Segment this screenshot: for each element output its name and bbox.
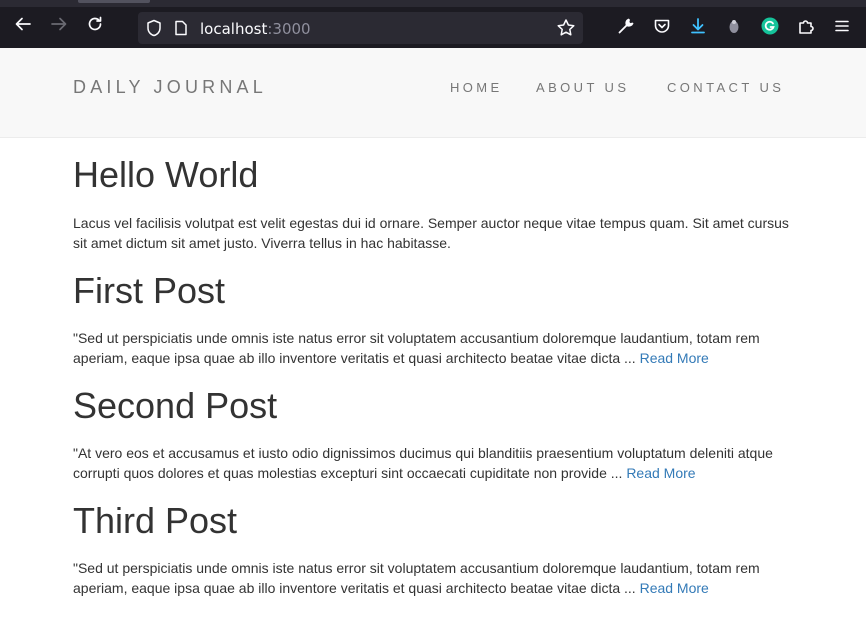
wrench-icon[interactable] (616, 16, 636, 36)
grammarly-icon[interactable] (760, 16, 780, 36)
main-content: Hello World Lacus vel facilisis volutpat… (73, 138, 793, 598)
reload-icon[interactable] (85, 14, 105, 34)
url-port: :3000 (267, 20, 311, 38)
post-item: Third Post "Sed ut perspiciatis unde omn… (73, 501, 793, 598)
star-icon[interactable] (556, 18, 576, 43)
browser-toolbar: localhost:3000 (0, 0, 866, 48)
tab-strip (0, 0, 866, 7)
download-icon[interactable] (688, 16, 708, 36)
read-more-link[interactable]: Read More (640, 350, 709, 366)
post-item: Second Post "At vero eos et accusamus et… (73, 386, 793, 483)
brand-link[interactable]: DAILY JOURNAL (73, 77, 267, 98)
hamburger-menu-icon[interactable] (832, 16, 852, 36)
forward-arrow-icon[interactable] (49, 14, 69, 34)
post-item: First Post "Sed ut perspiciatis unde omn… (73, 271, 793, 368)
post-excerpt: "Sed ut perspiciatis unde omnis iste nat… (73, 558, 793, 598)
post-excerpt: "Sed ut perspiciatis unde omnis iste nat… (73, 328, 793, 368)
post-title: Third Post (73, 500, 238, 541)
post-title: First Post (73, 270, 226, 311)
nav-home[interactable]: HOME (450, 80, 503, 95)
page-title: Hello World (73, 154, 259, 195)
shield-icon[interactable] (146, 19, 162, 42)
url-host: localhost (200, 20, 268, 38)
url-bar[interactable]: localhost:3000 (138, 12, 583, 44)
intro-text: Lacus vel facilisis volutpat est velit e… (73, 215, 789, 251)
puzzle-icon[interactable] (796, 16, 816, 36)
read-more-link[interactable]: Read More (640, 580, 709, 596)
url-text[interactable]: localhost:3000 (200, 20, 311, 38)
back-arrow-icon[interactable] (13, 14, 33, 34)
extension-icon[interactable] (724, 16, 744, 36)
post-excerpt: "At vero eos et accusamus et iusto odio … (73, 443, 793, 483)
page-icon (174, 20, 188, 41)
post-title: Second Post (73, 385, 278, 426)
read-more-link[interactable]: Read More (626, 465, 695, 481)
pocket-icon[interactable] (652, 16, 672, 36)
nav-contact-us[interactable]: CONTACT US (667, 80, 784, 95)
active-tab[interactable] (78, 0, 150, 3)
intro-section: Hello World Lacus vel facilisis volutpat… (73, 155, 793, 253)
site-navbar: DAILY JOURNAL HOME ABOUT US CONTACT US (0, 48, 866, 138)
nav-about-us[interactable]: ABOUT US (536, 80, 629, 95)
